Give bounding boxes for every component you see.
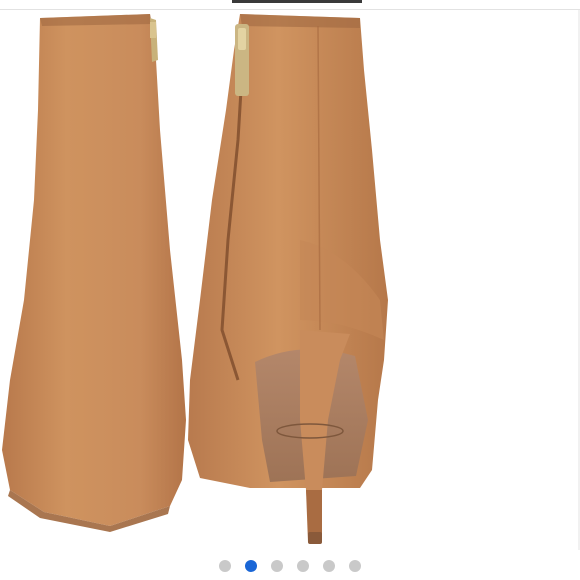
carousel-dot-1[interactable] xyxy=(219,560,231,572)
carousel-dot-3[interactable] xyxy=(271,560,283,572)
carousel-dot-6[interactable] xyxy=(349,560,361,572)
product-image[interactable] xyxy=(0,0,580,550)
carousel-dot-2-active[interactable] xyxy=(245,560,257,572)
carousel-dot-4[interactable] xyxy=(297,560,309,572)
left-boot xyxy=(2,14,186,532)
carousel-dot-5[interactable] xyxy=(323,560,335,572)
right-boot xyxy=(188,14,388,544)
carousel-indicators xyxy=(0,558,580,574)
product-image-viewer xyxy=(0,0,580,580)
